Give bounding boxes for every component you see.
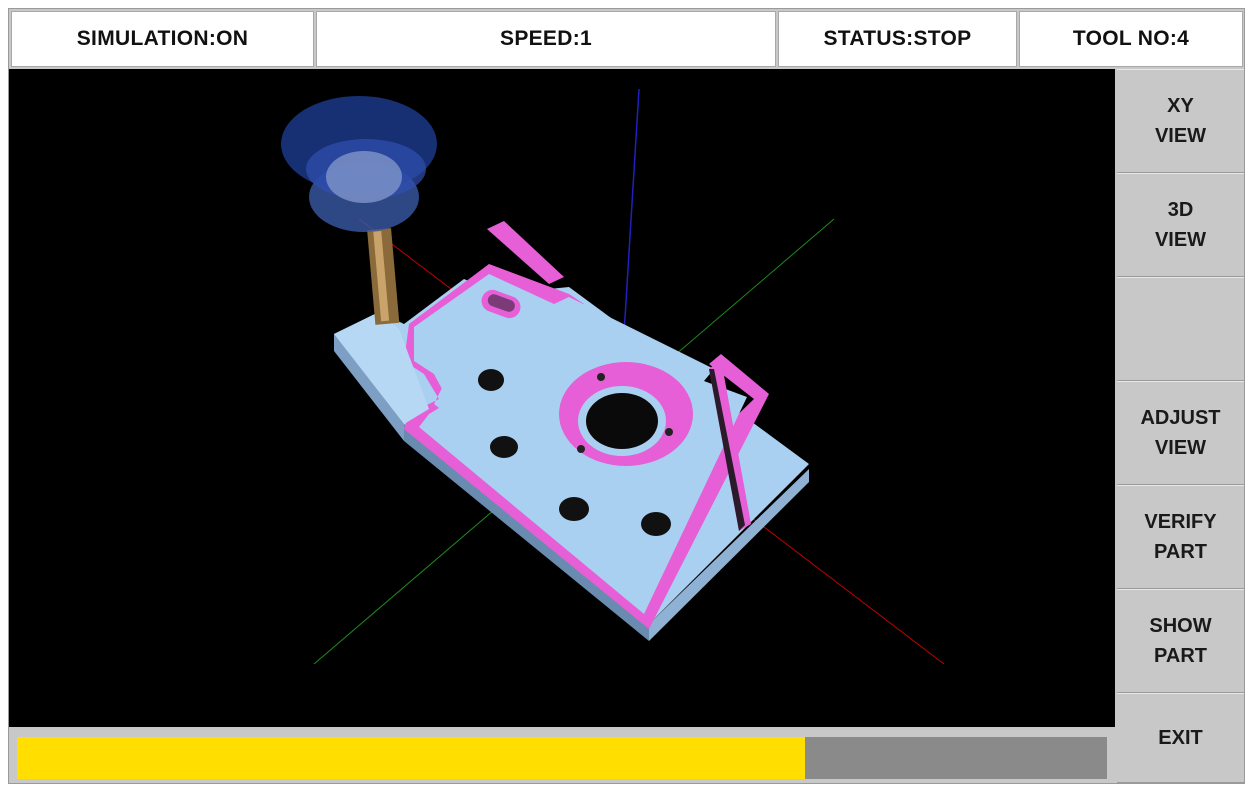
side-panel: XY VIEW 3D VIEW ADJUST VIEW VERIFY PART … bbox=[1115, 69, 1244, 783]
exit-button[interactable]: EXIT bbox=[1117, 693, 1244, 783]
speed-status: SPEED:1 bbox=[316, 11, 776, 67]
tool-number: TOOL NO:4 bbox=[1019, 11, 1243, 67]
verify-part-button[interactable]: VERIFY PART bbox=[1117, 485, 1244, 589]
adjust-view-button[interactable]: ADJUST VIEW bbox=[1117, 381, 1244, 485]
progress-fill bbox=[17, 737, 806, 779]
3d-view-button[interactable]: 3D VIEW bbox=[1117, 173, 1244, 277]
simulation-window: SIMULATION:ON SPEED:1 STATUS:STOP TOOL N… bbox=[8, 8, 1245, 784]
progress-area bbox=[9, 727, 1115, 783]
show-part-button[interactable]: SHOW PART bbox=[1117, 589, 1244, 693]
workpiece bbox=[334, 221, 809, 641]
status-bar: SIMULATION:ON SPEED:1 STATUS:STOP TOOL N… bbox=[9, 9, 1244, 69]
cutting-tool bbox=[281, 96, 437, 325]
blank-button[interactable] bbox=[1117, 277, 1244, 381]
xy-view-button[interactable]: XY VIEW bbox=[1117, 69, 1244, 173]
3d-viewport[interactable] bbox=[9, 69, 1115, 727]
run-status: STATUS:STOP bbox=[778, 11, 1017, 67]
part-render bbox=[281, 88, 945, 665]
progress-bar bbox=[17, 737, 1107, 779]
simulation-status: SIMULATION:ON bbox=[11, 11, 314, 67]
